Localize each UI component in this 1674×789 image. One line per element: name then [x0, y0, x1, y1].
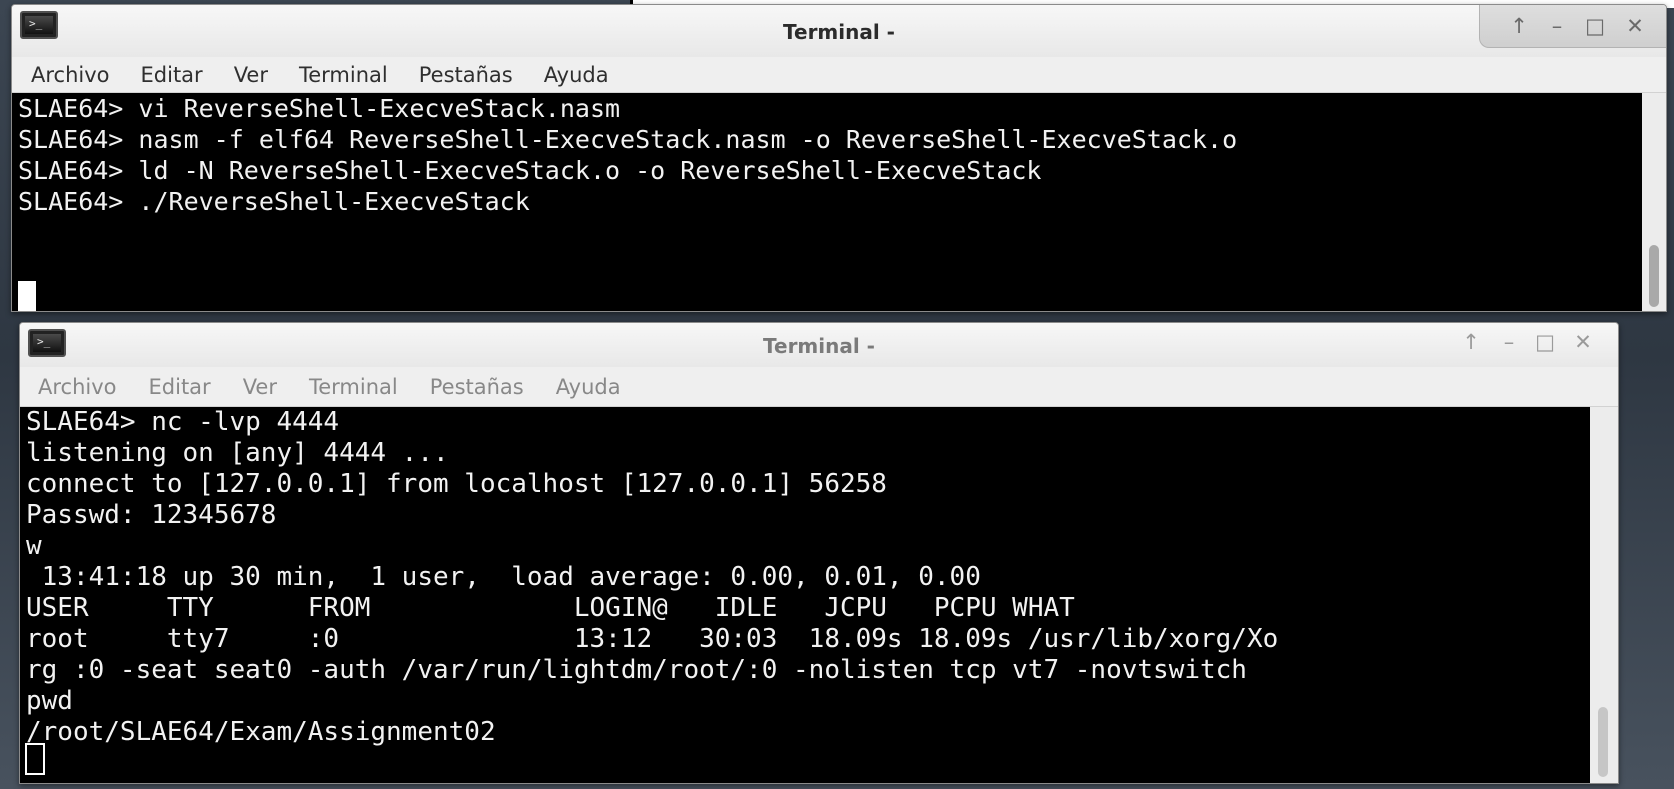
menu-terminal[interactable]: Terminal	[309, 375, 398, 399]
menu-pestanas[interactable]: Pestañas	[430, 375, 524, 399]
terminal-line: listening on [any] 4444 ...	[26, 438, 449, 468]
terminal-line: /root/SLAE64/Exam/Assignment02	[26, 717, 496, 747]
menu-bar: Archivo Editar Ver Terminal Pestañas Ayu…	[20, 367, 1618, 407]
terminal-window-bottom[interactable]: >_ Terminal - ↑ – □ ✕ Archivo Editar Ver…	[19, 322, 1619, 784]
menu-editar[interactable]: Editar	[141, 63, 203, 87]
window-title: Terminal -	[763, 334, 875, 358]
terminal-line: SLAE64> vi ReverseShell-ExecveStack.nasm	[18, 94, 621, 123]
scrollbar-thumb[interactable]	[1598, 707, 1608, 777]
menu-archivo[interactable]: Archivo	[31, 63, 110, 87]
terminal-cursor	[18, 281, 36, 311]
menu-bar: Archivo Editar Ver Terminal Pestañas Ayu…	[12, 57, 1666, 93]
terminal-output[interactable]: SLAE64> vi ReverseShell-ExecveStack.nasm…	[12, 93, 1642, 311]
title-bar[interactable]: >_ Terminal - ↑ – □ ✕	[20, 323, 1618, 367]
vertical-scrollbar[interactable]	[1590, 407, 1618, 783]
terminal-cursor	[25, 743, 45, 775]
terminal-lines: SLAE64> vi ReverseShell-ExecveStack.nasm…	[12, 93, 1642, 217]
title-bar[interactable]: >_ Terminal - ↑ – □ ✕	[12, 5, 1666, 57]
keep-above-icon[interactable]: ↑	[1506, 13, 1532, 39]
terminal-line: SLAE64> ld -N ReverseShell-ExecveStack.o…	[18, 156, 1042, 185]
maximize-icon[interactable]: □	[1582, 13, 1608, 39]
terminal-line: Passwd: 12345678	[26, 500, 277, 530]
terminal-lines: SLAE64> nc -lvp 4444 listening on [any] …	[20, 407, 1590, 748]
menu-ayuda[interactable]: Ayuda	[544, 63, 609, 87]
maximize-icon[interactable]: □	[1532, 329, 1558, 355]
menu-ayuda[interactable]: Ayuda	[556, 375, 621, 399]
terminal-line: rg :0 -seat seat0 -auth /var/run/lightdm…	[26, 655, 1247, 685]
window-controls: ↑ – □ ✕	[1479, 5, 1666, 48]
terminal-line: SLAE64> nasm -f elf64 ReverseShell-Execv…	[18, 125, 1238, 154]
window-controls: ↑ – □ ✕	[1448, 323, 1618, 365]
terminal-line: root tty7 :0 13:12 30:03 18.09s 18.09s /…	[26, 624, 1279, 654]
terminal-line: pwd	[26, 686, 73, 716]
scrollbar-thumb[interactable]	[1649, 245, 1659, 307]
minimize-icon[interactable]: –	[1496, 329, 1522, 355]
menu-archivo[interactable]: Archivo	[38, 375, 117, 399]
menu-pestanas[interactable]: Pestañas	[419, 63, 513, 87]
menu-terminal[interactable]: Terminal	[299, 63, 388, 87]
terminal-window-top[interactable]: >_ Terminal - ↑ – □ ✕ Archivo Editar Ver…	[11, 4, 1667, 312]
terminal-line: connect to [127.0.0.1] from localhost [1…	[26, 469, 887, 499]
keep-above-icon[interactable]: ↑	[1458, 329, 1484, 355]
menu-editar[interactable]: Editar	[149, 375, 211, 399]
vertical-scrollbar[interactable]	[1642, 93, 1666, 311]
terminal-output[interactable]: SLAE64> nc -lvp 4444 listening on [any] …	[20, 407, 1590, 783]
terminal-line: 13:41:18 up 30 min, 1 user, load average…	[26, 562, 981, 592]
menu-ver[interactable]: Ver	[234, 63, 268, 87]
menu-ver[interactable]: Ver	[243, 375, 277, 399]
close-icon[interactable]: ✕	[1622, 13, 1648, 39]
terminal-line: SLAE64> nc -lvp 4444	[26, 407, 340, 437]
terminal-line: USER TTY FROM LOGIN@ IDLE JCPU PCPU WHAT	[26, 593, 1075, 623]
terminal-line: SLAE64> ./ReverseShell-ExecveStack	[18, 187, 530, 216]
terminal-line: w	[26, 531, 42, 561]
minimize-icon[interactable]: –	[1544, 13, 1570, 39]
close-icon[interactable]: ✕	[1570, 329, 1596, 355]
window-title: Terminal -	[783, 20, 895, 44]
